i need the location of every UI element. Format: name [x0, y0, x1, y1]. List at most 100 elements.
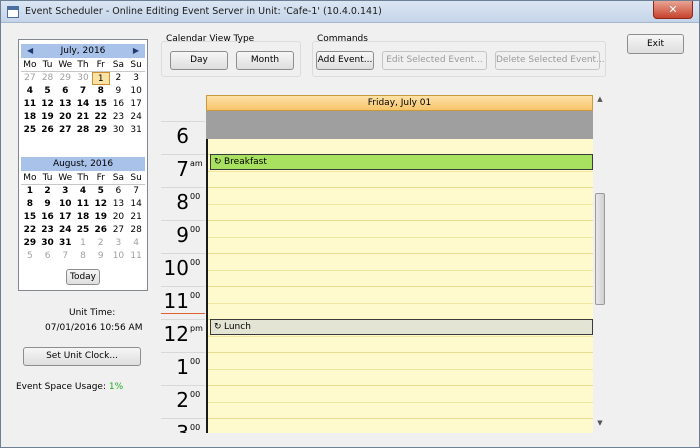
exit-button[interactable]: Exit: [627, 34, 684, 54]
calendar-day[interactable]: 25: [74, 224, 92, 237]
calendar-day[interactable]: 9: [92, 250, 110, 263]
hour-number: 2: [176, 388, 189, 412]
vertical-scrollbar[interactable]: ▲ ▼: [593, 93, 607, 433]
calendar-day[interactable]: 2: [92, 237, 110, 250]
calendar-day[interactable]: 22: [21, 224, 39, 237]
calendar-day[interactable]: 6: [56, 85, 74, 98]
calendar-day[interactable]: 1: [74, 237, 92, 250]
calendar-day[interactable]: 29: [92, 124, 110, 137]
calendar-day[interactable]: 11: [74, 198, 92, 211]
calendar-day[interactable]: 8: [74, 250, 92, 263]
calendar-day[interactable]: 21: [127, 211, 145, 224]
calendar-day[interactable]: 13: [56, 98, 74, 111]
calendar-day[interactable]: 5: [39, 85, 57, 98]
calendar-day[interactable]: 10: [110, 250, 128, 263]
calendar-day[interactable]: 6: [39, 250, 57, 263]
hour-number: 8: [176, 190, 189, 214]
scrollbar-thumb[interactable]: [595, 193, 605, 305]
set-unit-clock-button[interactable]: Set Unit Clock...: [23, 347, 141, 366]
calendar-day[interactable]: 14: [127, 198, 145, 211]
calendar-day[interactable]: 3: [110, 237, 128, 250]
calendar-day[interactable]: 22: [92, 111, 110, 124]
calendar-day-today[interactable]: 1: [91, 72, 110, 85]
scroll-down-arrow-icon[interactable]: ▼: [593, 419, 607, 431]
calendar-day[interactable]: 8: [21, 198, 39, 211]
calendar-day[interactable]: 2: [39, 185, 57, 198]
calendar-day[interactable]: 18: [74, 211, 92, 224]
calendar-day[interactable]: 20: [110, 211, 128, 224]
event-lunch[interactable]: ↻ Lunch: [210, 319, 593, 335]
calendar-day[interactable]: 6: [110, 185, 128, 198]
all-day-area[interactable]: [206, 111, 593, 139]
calendar-day[interactable]: 9: [110, 85, 128, 98]
calendar-day[interactable]: 30: [39, 237, 57, 250]
day-view-button[interactable]: Day: [170, 51, 228, 70]
calendar-day[interactable]: 13: [110, 198, 128, 211]
calendar-day[interactable]: 17: [56, 211, 74, 224]
calendar-day[interactable]: 12: [39, 98, 57, 111]
close-button[interactable]: ✕: [653, 1, 693, 19]
calendar-day[interactable]: 19: [39, 111, 57, 124]
calendar-day[interactable]: 4: [74, 185, 92, 198]
calendar-day[interactable]: 21: [74, 111, 92, 124]
calendar-day[interactable]: 3: [127, 72, 145, 85]
calendar-day[interactable]: 23: [110, 111, 128, 124]
calendar-day[interactable]: 28: [74, 124, 92, 137]
calendar-day[interactable]: 15: [92, 98, 110, 111]
calendar-day[interactable]: 31: [56, 237, 74, 250]
calendar-day[interactable]: 1: [21, 185, 39, 198]
calendar-day[interactable]: 23: [39, 224, 57, 237]
calendar-day[interactable]: 16: [110, 98, 128, 111]
today-button[interactable]: Today: [66, 269, 100, 285]
calendar-day[interactable]: 15: [21, 211, 39, 224]
calendar-day[interactable]: 29: [56, 72, 74, 85]
month-view-button[interactable]: Month: [236, 51, 294, 70]
calendar-day[interactable]: 30: [110, 124, 128, 137]
calendar-day[interactable]: 27: [21, 72, 39, 85]
prev-month-arrow-icon[interactable]: ◀: [27, 44, 33, 58]
calendar-day[interactable]: 20: [56, 111, 74, 124]
calendar-day[interactable]: 5: [21, 250, 39, 263]
calendar-day[interactable]: 16: [39, 211, 57, 224]
calendar-day[interactable]: 9: [39, 198, 57, 211]
calendar-day[interactable]: 7: [127, 185, 145, 198]
calendar-day[interactable]: 4: [21, 85, 39, 98]
calendar-day[interactable]: 8: [92, 85, 110, 98]
calendar-day[interactable]: 29: [21, 237, 39, 250]
edit-event-button[interactable]: Edit Selected Event...: [382, 51, 487, 70]
calendar-day[interactable]: 14: [74, 98, 92, 111]
calendar-day[interactable]: 27: [110, 224, 128, 237]
calendar-day[interactable]: 26: [92, 224, 110, 237]
calendar-day[interactable]: 7: [74, 85, 92, 98]
calendar-day[interactable]: 18: [21, 111, 39, 124]
add-event-button[interactable]: Add Event...: [316, 51, 374, 70]
calendar-day[interactable]: 24: [56, 224, 74, 237]
calendar-day[interactable]: 10: [127, 85, 145, 98]
space-usage: Event Space Usage: 1%: [16, 382, 123, 392]
calendar-day[interactable]: 11: [21, 98, 39, 111]
calendar-day[interactable]: 30: [74, 72, 92, 85]
calendar-day[interactable]: 17: [127, 98, 145, 111]
calendar-day[interactable]: 2: [110, 72, 128, 85]
calendar-day[interactable]: 26: [39, 124, 57, 137]
mini-calendar: ◀ July, 2016 ▶ Mo Tu We Th Fr Sa Su 27 28 29 30 1 2 3…: [18, 39, 148, 291]
calendar-day[interactable]: 31: [127, 124, 145, 137]
event-breakfast[interactable]: ↻ Breakfast: [210, 154, 593, 170]
calendar-day[interactable]: 5: [92, 185, 110, 198]
calendar-day[interactable]: 11: [127, 250, 145, 263]
calendar-day[interactable]: 7: [56, 250, 74, 263]
calendar-day[interactable]: 19: [92, 211, 110, 224]
calendar-day[interactable]: 25: [21, 124, 39, 137]
scroll-up-arrow-icon[interactable]: ▲: [593, 95, 607, 107]
calendar-day[interactable]: 4: [127, 237, 145, 250]
calendar-day[interactable]: 24: [127, 111, 145, 124]
calendar-day[interactable]: 12: [92, 198, 110, 211]
day-body[interactable]: ↻ Breakfast ↻ Lunch: [206, 139, 593, 433]
calendar-day[interactable]: 28: [127, 224, 145, 237]
calendar-day[interactable]: 10: [56, 198, 74, 211]
calendar-day[interactable]: 27: [56, 124, 74, 137]
calendar-day[interactable]: 3: [56, 185, 74, 198]
next-month-arrow-icon[interactable]: ▶: [133, 44, 139, 58]
calendar-day[interactable]: 28: [39, 72, 57, 85]
delete-event-button[interactable]: Delete Selected Event...: [495, 51, 605, 70]
